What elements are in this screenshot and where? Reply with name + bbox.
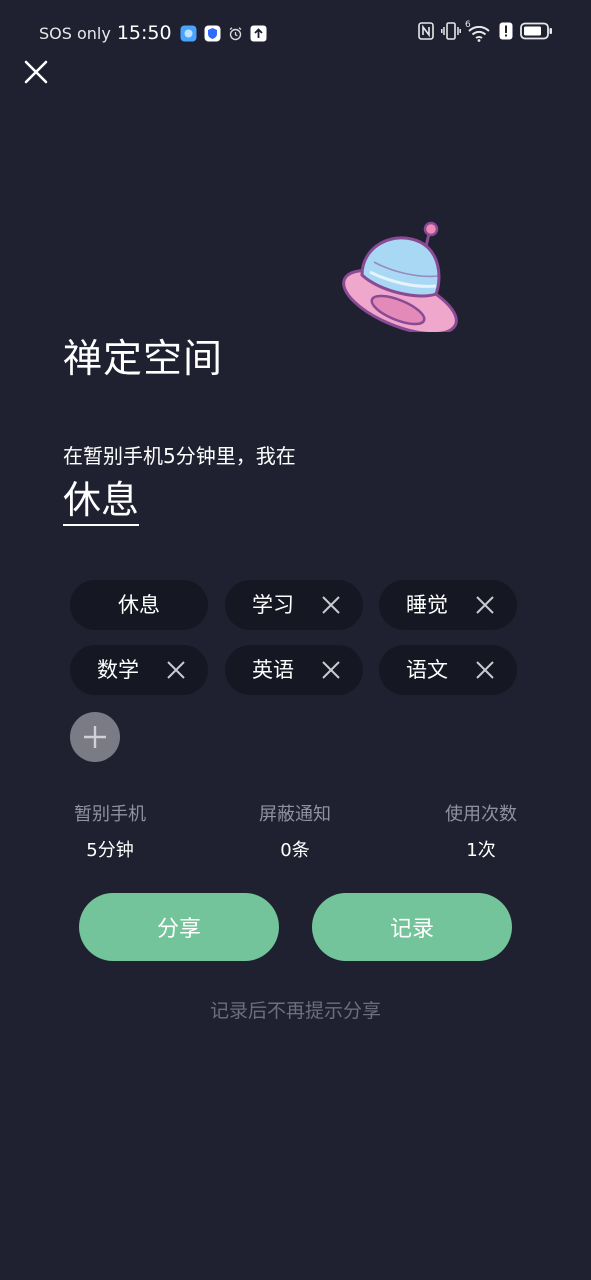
stat-value: 5分钟 xyxy=(86,840,134,861)
ufo-illustration xyxy=(340,220,464,336)
chip-study[interactable]: 学习 xyxy=(225,580,363,630)
close-icon[interactable] xyxy=(475,595,495,615)
stat-value: 0条 xyxy=(280,840,310,861)
subtitle: 在暂别手机5分钟里，我在 xyxy=(63,444,296,468)
status-bar-right: 6 xyxy=(418,20,553,44)
plus-icon xyxy=(84,726,106,748)
upload-icon xyxy=(250,25,267,42)
nfc-icon xyxy=(418,22,434,44)
chip-label: 睡觉 xyxy=(406,593,448,617)
page-title: 禅定空间 xyxy=(63,337,224,382)
chip-label: 语文 xyxy=(406,658,448,682)
shield-app-icon xyxy=(204,25,221,42)
close-icon[interactable] xyxy=(475,660,495,680)
hint-text: 记录后不再提示分享 xyxy=(209,1000,381,1022)
network-type-label: 6 xyxy=(465,20,471,30)
chip-sleep[interactable]: 睡觉 xyxy=(379,580,517,630)
chip-rest[interactable]: 休息 xyxy=(70,580,208,630)
stat-label: 暂别手机 xyxy=(74,804,146,825)
stat-away-time: 暂别手机 5分钟 xyxy=(45,800,175,862)
close-icon xyxy=(24,60,48,84)
share-button[interactable]: 分享 xyxy=(79,893,279,961)
wifi-icon: 6 xyxy=(465,20,492,42)
status-bar-left: SOS only 15:50 xyxy=(39,22,274,44)
vibrate-icon xyxy=(441,22,461,44)
chip-label: 学习 xyxy=(252,593,294,617)
chip-label: 休息 xyxy=(118,593,160,617)
close-icon[interactable] xyxy=(321,660,341,680)
stat-usage-count: 使用次数 1次 xyxy=(416,800,546,862)
close-icon[interactable] xyxy=(166,660,186,680)
close-icon[interactable] xyxy=(321,595,341,615)
chip-label: 英语 xyxy=(252,658,294,682)
chip-math[interactable]: 数学 xyxy=(70,645,208,695)
chip-english[interactable]: 英语 xyxy=(225,645,363,695)
chip-chinese[interactable]: 语文 xyxy=(379,645,517,695)
stat-value: 1次 xyxy=(466,840,496,861)
stat-blocked-notifications: 屏蔽通知 0条 xyxy=(230,800,360,862)
alarm-icon xyxy=(228,26,243,41)
close-button[interactable] xyxy=(22,58,50,86)
current-activity[interactable]: 休息 xyxy=(63,478,140,526)
stat-label: 使用次数 xyxy=(445,804,517,825)
alert-icon xyxy=(499,22,513,44)
add-chip-button[interactable] xyxy=(70,712,120,762)
chip-label: 数学 xyxy=(97,658,139,682)
status-bar: SOS only 15:50 6 xyxy=(0,0,591,66)
carrier-label: SOS only xyxy=(39,23,111,43)
battery-icon xyxy=(520,22,553,44)
clock: 15:50 xyxy=(116,22,172,44)
gallery-app-icon xyxy=(180,25,197,42)
stat-label: 屏蔽通知 xyxy=(259,804,331,825)
record-button[interactable]: 记录 xyxy=(312,893,512,961)
